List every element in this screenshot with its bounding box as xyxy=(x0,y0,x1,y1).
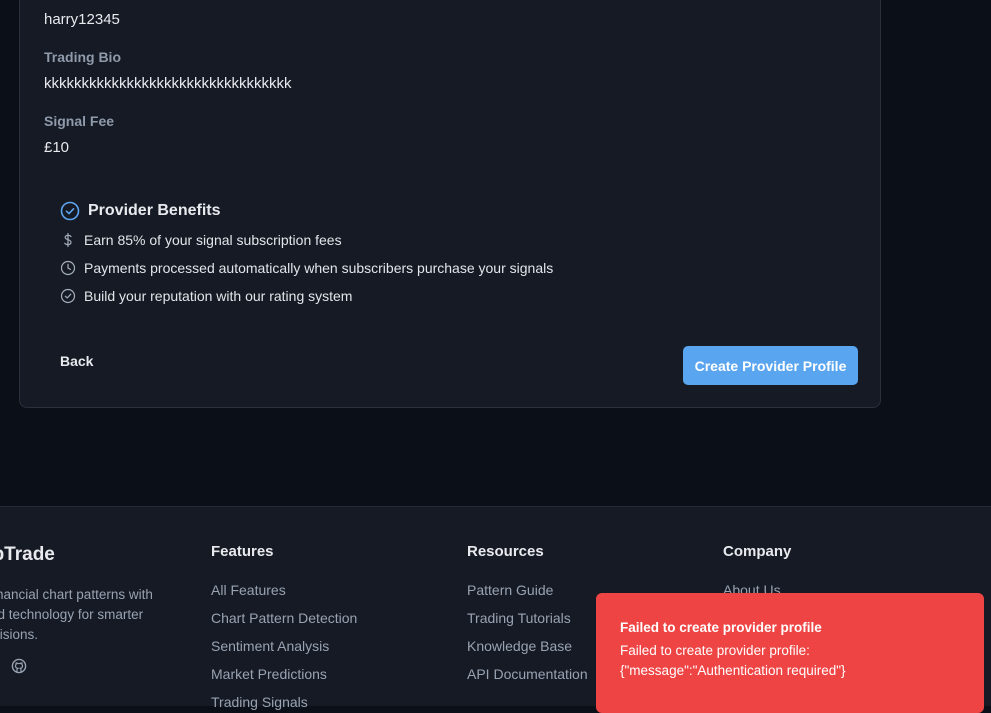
bio-label: Trading Bio xyxy=(44,49,121,65)
footer-link-chart-pattern-detection[interactable]: Chart Pattern Detection xyxy=(211,610,357,626)
footer-link-trading-signals[interactable]: Trading Signals xyxy=(211,694,308,710)
footer-resources-heading: Resources xyxy=(467,543,544,560)
benefit-item: Build your reputation with our rating sy… xyxy=(60,288,352,304)
error-toast[interactable]: Failed to create provider profile Failed… xyxy=(596,593,984,713)
footer-link-pattern-guide[interactable]: Pattern Guide xyxy=(467,582,553,598)
footer-link-knowledge-base[interactable]: Knowledge Base xyxy=(467,638,572,654)
footer-tagline: e financial chart patterns with ered tec… xyxy=(0,587,153,642)
benefits-title: Provider Benefits xyxy=(88,202,221,219)
clock-icon xyxy=(60,260,76,276)
dollar-icon xyxy=(60,232,76,248)
check-circle-icon xyxy=(60,288,76,304)
benefit-text: Earn 85% of your signal subscription fee… xyxy=(84,232,342,248)
provider-form-card: harry12345 Trading Bio kkkkkkkkkkkkkkkkk… xyxy=(19,0,881,408)
fee-value: £10 xyxy=(44,139,70,156)
footer-link-trading-tutorials[interactable]: Trading Tutorials xyxy=(467,610,571,626)
footer-link-sentiment-analysis[interactable]: Sentiment Analysis xyxy=(211,638,329,654)
benefit-text: Build your reputation with our rating sy… xyxy=(84,288,353,304)
footer-brand: apTrade xyxy=(0,544,55,565)
footer-link-all-features[interactable]: All Features xyxy=(211,582,286,598)
bio-value: kkkkkkkkkkkkkkkkkkkkkkkkkkkkkkkkk xyxy=(44,75,292,92)
benefit-item: Payments processed automatically when su… xyxy=(60,260,553,276)
social-links xyxy=(0,658,27,674)
back-button[interactable]: Back xyxy=(48,345,105,377)
toast-title: Failed to create provider profile xyxy=(620,620,822,635)
github-icon[interactable] xyxy=(11,658,27,674)
benefit-item: Earn 85% of your signal subscription fee… xyxy=(60,232,342,248)
username-value: harry12345 xyxy=(44,11,120,28)
footer-features-heading: Features xyxy=(211,543,274,560)
benefits-heading: Provider Benefits xyxy=(60,201,220,221)
toast-message: Failed to create provider profile: {"mes… xyxy=(620,643,846,678)
check-circle-icon xyxy=(60,201,80,221)
footer-link-market-predictions[interactable]: Market Predictions xyxy=(211,666,327,682)
benefit-text: Payments processed automatically when su… xyxy=(84,260,554,276)
footer-company-heading: Company xyxy=(723,543,792,560)
footer-link-api-documentation[interactable]: API Documentation xyxy=(467,666,588,682)
create-provider-profile-button[interactable]: Create Provider Profile xyxy=(683,346,858,385)
fee-label: Signal Fee xyxy=(44,113,115,129)
